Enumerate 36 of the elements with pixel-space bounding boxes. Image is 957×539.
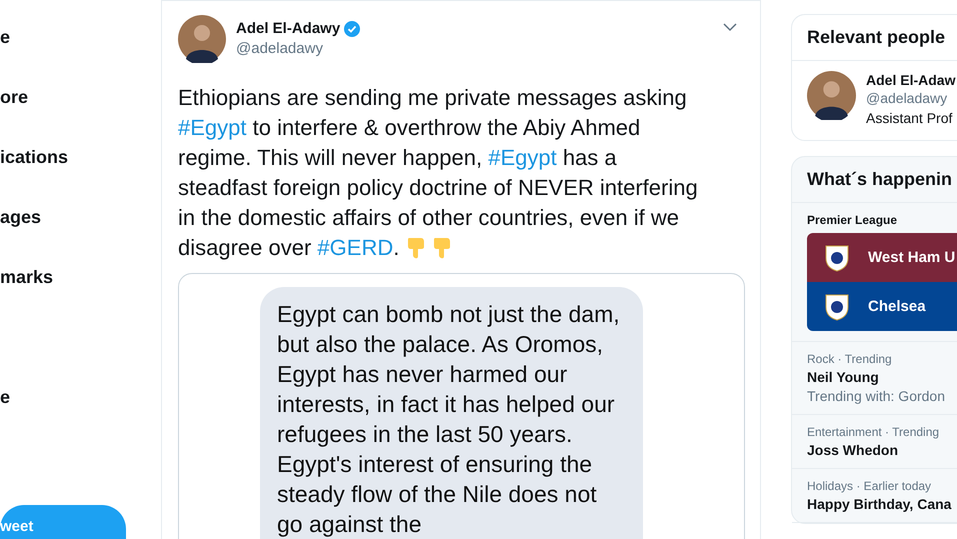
club-crest-icon	[824, 244, 850, 272]
trend-item[interactable]: Holidays · Earlier today Happy Birthday, Cana	[792, 469, 957, 523]
person-handle[interactable]: @adeladawy	[866, 90, 956, 106]
trend-context: Entertainment · Trending	[807, 425, 940, 439]
trend-detail: Trending with: Gordon	[807, 388, 946, 404]
trend-title: Happy Birthday, Cana	[807, 496, 952, 512]
league-label: Premier League	[807, 213, 898, 227]
caret-icon[interactable]	[723, 23, 737, 32]
team-name: West Ham U	[868, 249, 956, 266]
nav-item[interactable]: ore	[0, 87, 28, 107]
trend-context: Rock · Trending	[807, 352, 893, 366]
card-title: What´s happenin	[792, 157, 957, 203]
card-title: Relevant people	[792, 15, 957, 61]
image-card[interactable]	[178, 273, 745, 539]
team-row[interactable]: Chelsea	[807, 282, 957, 331]
nav-item[interactable]: marks	[0, 267, 54, 287]
trend-context: Holidays · Earlier today	[807, 479, 932, 493]
team-name: Chelsea	[868, 298, 926, 315]
author-name[interactable]: Adel El-Adawy	[236, 20, 340, 37]
club-crest-icon	[824, 292, 850, 320]
trend-title: Joss Whedon	[807, 442, 900, 458]
avatar-icon[interactable]	[807, 71, 856, 120]
person-bio: Assistant Prof	[866, 110, 954, 126]
trend-item[interactable]: Rock · Trending Neil Young Trending with: Gordon	[792, 342, 957, 415]
person-name[interactable]: Adel El-Adaw	[866, 72, 956, 88]
message-text: Egypt can bomb not just the dam, but also the palace. As Oromos, Egypt has never harmed our interests, in fact it has helped our refugees in the last 50 years. Egypt's interest of ensuring the steady flow of the Nile does not go against the	[277, 300, 621, 539]
tweet-text: Ethiopians are sending me private messages asking #Egypt to interfere & overthrow the Abiy Ahmed regime. This will never happen, #Egypt has a steadfast foreign policy doctrine of NEVER interfering in the domestic affairs of other countries, even if we disagree over #GERD.	[178, 84, 699, 262]
nav-item[interactable]: e	[0, 27, 10, 47]
avatar-icon[interactable]	[178, 15, 226, 63]
team-row[interactable]: West Ham U	[807, 233, 957, 282]
nav-item[interactable]: ages	[0, 207, 42, 227]
nav-item[interactable]: ications	[0, 147, 68, 167]
nav-item[interactable]: e	[0, 387, 10, 407]
trend-title: Neil Young	[807, 369, 880, 385]
trend-item[interactable]: Entertainment · Trending Joss Whedon	[792, 415, 957, 469]
author-handle[interactable]: @adeladawy	[236, 40, 713, 57]
